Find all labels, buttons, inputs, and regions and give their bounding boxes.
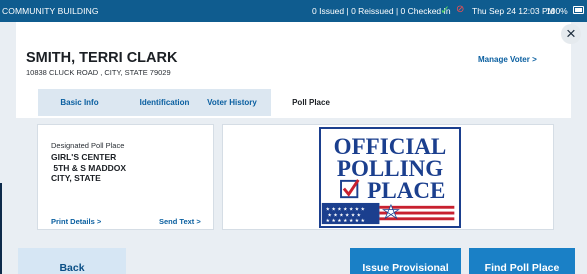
- battery-icon: [573, 6, 584, 14]
- poll-place-card: Designated Poll Place GIRL'S CENTER 5TH …: [37, 124, 214, 230]
- checkmark-icon: [342, 179, 360, 197]
- back-button[interactable]: Back: [18, 248, 126, 274]
- official-polling-place-sign: OFFICIAL POLLING PLACE ★ ★ ★ ★ ★ ★ ★ ★ ★…: [319, 127, 461, 228]
- poll-place-name: GIRL'S CENTER: [51, 152, 117, 162]
- status-bar: COMMUNITY BUILDING 0 Issued | 0 Reissued…: [0, 0, 587, 22]
- flag-graphic: ★ ★ ★ ★ ★ ★ ★ ★ ★ ★ ★ ★ ★ ★ ★ ★ ★ ★ ★ ★: [321, 202, 455, 224]
- svg-text:★ ★ ★ ★ ★ ★: ★ ★ ★ ★ ★ ★: [328, 212, 361, 218]
- close-button[interactable]: ×: [561, 24, 581, 44]
- sign-card: OFFICIAL POLLING PLACE ★ ★ ★ ★ ★ ★ ★ ★ ★…: [222, 124, 554, 230]
- svg-text:★ ★ ★ ★ ★ ★ ★: ★ ★ ★ ★ ★ ★ ★: [326, 207, 365, 213]
- connected-check-icon: ✓: [440, 3, 451, 17]
- svg-text:★ ★ ★ ★ ★ ★ ★: ★ ★ ★ ★ ★ ★ ★: [326, 218, 365, 224]
- poll-place-label: Designated Poll Place: [51, 141, 125, 150]
- ballot-counts: 0 Issued | 0 Reissued | 0 Checked In: [312, 6, 451, 16]
- poll-place-address: GIRL'S CENTER 5TH & S MADDOX CITY, STATE: [51, 152, 126, 184]
- poll-place-city: CITY, STATE: [51, 173, 101, 183]
- battery-percent: 100%: [546, 6, 568, 16]
- sign-line-place: PLACE: [367, 177, 445, 203]
- voter-name: SMITH, TERRI CLARK: [26, 50, 178, 66]
- clock: Thu Sep 24 12:03 PM: [472, 6, 555, 16]
- find-poll-place-button[interactable]: Find Poll Place: [469, 248, 575, 274]
- print-details-link[interactable]: Print Details >: [51, 217, 101, 226]
- sync-icon: ⊘: [456, 4, 465, 15]
- poll-place-street: 5TH & S MADDOX: [51, 162, 127, 173]
- voter-address: 10838 CLUCK ROAD , CITY, STATE 79029: [26, 68, 171, 77]
- manage-voter-link[interactable]: Manage Voter >: [478, 55, 537, 64]
- venue-name: COMMUNITY BUILDING: [2, 6, 99, 16]
- left-edge-bar: [0, 183, 2, 274]
- send-text-link[interactable]: Send Text >: [159, 217, 201, 226]
- tab-poll-place[interactable]: Poll Place: [272, 87, 350, 118]
- tab-voter-history[interactable]: Voter History: [193, 89, 271, 116]
- tab-basic-info[interactable]: Basic Info: [38, 89, 121, 116]
- issue-provisional-button[interactable]: Issue Provisional: [350, 248, 461, 274]
